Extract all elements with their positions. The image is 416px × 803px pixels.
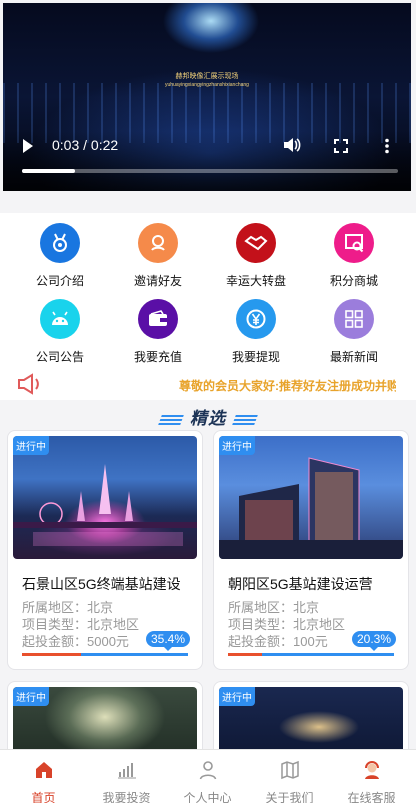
menu-item-label: 积分商城: [329, 274, 378, 288]
progress-percent: 20.3%: [351, 631, 396, 651]
region-label: 所属地区：: [22, 600, 88, 615]
section-title: 精选: [190, 409, 226, 428]
home-icon: [35, 762, 52, 778]
project-amount-row: 起投金额：5000元: [22, 631, 129, 650]
medal-icon: [40, 223, 80, 263]
project-card[interactable]: 进行中 朝阳区5G基站建设运营 所属地区：北京 项目类型：北京地区 起投金额：1…: [213, 430, 409, 670]
tab-home[interactable]: 首页: [2, 750, 85, 803]
status-badge: 进行中: [13, 687, 49, 706]
video-caption-pinyin: yuhuayingxiangyingzhanshixianchang: [165, 82, 249, 88]
section-decoration-left: [157, 414, 184, 425]
more-options-icon[interactable]: [384, 138, 390, 154]
menu-item-lucky-wheel[interactable]: 幸运大转盘: [204, 223, 308, 289]
grid-icon: [334, 299, 374, 339]
project-progress-bar: [228, 653, 394, 656]
handshake-icon: [236, 223, 276, 263]
notice-bar[interactable]: 尊敬的会员大家好:推荐好友注册成功并购买项目: [0, 368, 416, 400]
amount-value: 100元: [293, 634, 328, 649]
service-agent-icon: [364, 761, 379, 779]
menu-item-latest-news[interactable]: 最新新闻: [302, 299, 406, 365]
video-progress-fill: [22, 169, 75, 173]
amount-label: 起投金额：: [228, 634, 294, 649]
menu-item-label: 公司公告: [35, 350, 84, 364]
android-icon: [40, 299, 80, 339]
amount-label: 起投金额：: [22, 634, 88, 649]
region-value: 北京: [87, 600, 114, 615]
yen-icon: [236, 299, 276, 339]
type-value: 北京地区: [293, 617, 346, 632]
volume-icon[interactable]: [283, 137, 301, 153]
menu-item-label: 我要提现: [231, 350, 280, 364]
mall-icon: [334, 223, 374, 263]
tab-about-us[interactable]: 关于我们: [248, 750, 331, 803]
project-card[interactable]: 进行中 石景山区5G终端基站建设 所属地区：北京 项目类型：北京地区 起投金额：…: [7, 430, 203, 670]
tab-invest[interactable]: 我要投资: [85, 750, 168, 803]
menu-item-label: 最新新闻: [329, 350, 378, 364]
menu-item-withdraw[interactable]: 我要提现: [204, 299, 308, 365]
region-value: 北京: [293, 600, 320, 615]
progress-percent: 35.4%: [145, 631, 190, 651]
project-title: 朝阳区5G基站建设运营: [228, 576, 373, 592]
project-image: 进行中: [219, 436, 403, 559]
menu-item-invite-friends[interactable]: 邀请好友: [106, 223, 210, 289]
project-progress-fill: [22, 653, 81, 656]
section-header: 精选: [0, 404, 416, 430]
section-decoration-right: [232, 414, 259, 425]
video-player[interactable]: 赫邦映像汇展示现场 yuhuayingxiangyingzhanshixianc…: [3, 3, 411, 191]
wallet-icon: [138, 299, 178, 339]
notice-text: 尊敬的会员大家好:推荐好友注册成功并购买项目: [179, 379, 396, 393]
tab-label: 个人中心: [183, 791, 232, 803]
project-image: 进行中: [13, 436, 197, 559]
video-time: 0:03 / 0:22: [52, 137, 119, 153]
video-progress-bar[interactable]: [22, 169, 398, 173]
tab-label: 我要投资: [102, 791, 151, 803]
menu-item-label: 我要充值: [133, 350, 182, 364]
play-icon[interactable]: [23, 139, 33, 153]
tab-label: 在线客服: [347, 791, 396, 803]
tab-personal-center[interactable]: 个人中心: [166, 750, 249, 803]
menu-item-label: 幸运大转盘: [225, 274, 286, 288]
menu-item-label: 邀请好友: [133, 274, 182, 288]
amount-value: 5000元: [87, 634, 129, 649]
project-amount-row: 起投金额：100元: [228, 631, 328, 650]
menu-item-company-notice[interactable]: 公司公告: [8, 299, 112, 365]
project-progress-fill: [228, 653, 262, 656]
menu-item-recharge[interactable]: 我要充值: [106, 299, 210, 365]
type-value: 北京地区: [87, 617, 140, 632]
tab-label: 首页: [31, 791, 56, 803]
menu-item-company-intro[interactable]: 公司介绍: [8, 223, 112, 289]
tab-online-service[interactable]: 在线客服: [330, 750, 413, 803]
region-label: 所属地区：: [228, 600, 294, 615]
status-badge: 进行中: [219, 687, 255, 706]
video-caption: 赫邦映像汇展示现场: [175, 72, 239, 80]
feature-menu: 公司介绍 邀请好友 幸运大转盘 积分商城 公司公告 我要充值 我要提现 最新新闻: [0, 213, 416, 368]
type-label: 项目类型：: [22, 617, 88, 632]
invite-icon: [138, 223, 178, 263]
type-label: 项目类型：: [228, 617, 294, 632]
status-badge: 进行中: [219, 436, 255, 455]
bottom-tab-bar: 首页 我要投资 个人中心 关于我们 在线客服: [0, 749, 416, 803]
fullscreen-icon[interactable]: [334, 139, 348, 153]
speaker-icon: [18, 373, 39, 395]
tab-label: 关于我们: [265, 791, 314, 803]
map-icon: [280, 760, 299, 780]
project-progress-bar: [22, 653, 188, 656]
user-icon: [199, 761, 216, 780]
invest-chart-icon: [117, 763, 136, 779]
status-badge: 进行中: [13, 436, 49, 455]
menu-item-label: 公司介绍: [35, 274, 84, 288]
menu-item-points-mall[interactable]: 积分商城: [302, 223, 406, 289]
project-title: 石景山区5G终端基站建设: [22, 576, 181, 592]
